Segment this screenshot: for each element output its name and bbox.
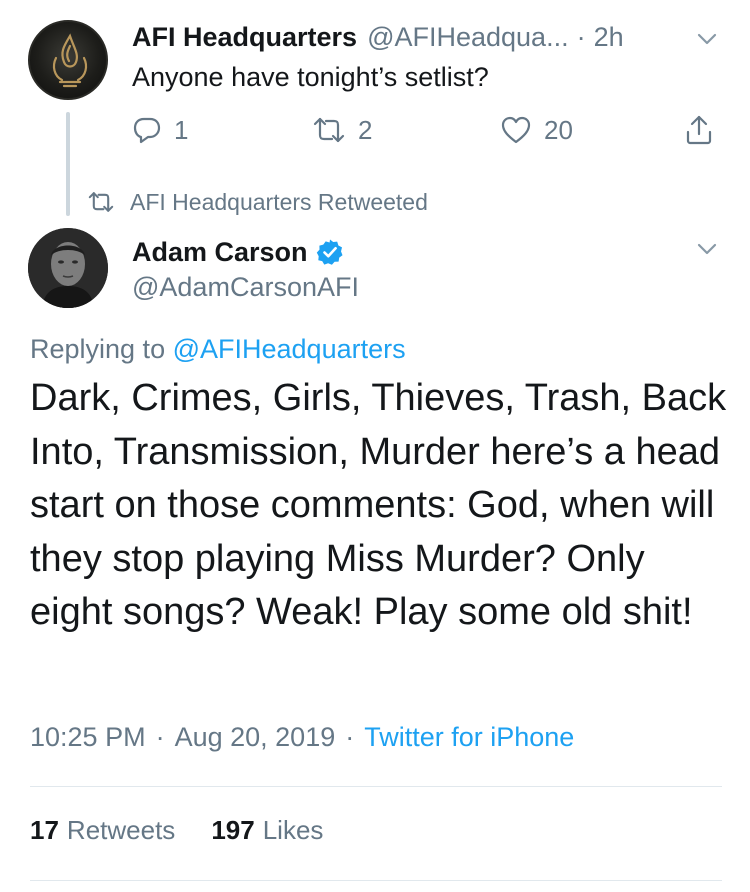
like-button[interactable]: 20 <box>500 112 573 148</box>
tweet-time[interactable]: 2h <box>594 22 624 53</box>
retweet-icon <box>88 192 114 212</box>
tweet-timestamp[interactable]: 10:25 PM <box>30 722 146 753</box>
likes-count: 197 <box>211 815 255 845</box>
verified-badge-icon <box>316 239 343 265</box>
thread-connector-line <box>66 112 70 216</box>
main-tweet-header: Adam Carson <box>132 232 344 272</box>
first-tweet-header: AFI Headquarters @AFIHeadqua... · 2h <box>132 18 732 56</box>
replying-to-prefix: Replying to <box>30 334 173 364</box>
retweet-icon <box>313 117 345 143</box>
afi-logo-icon <box>52 33 88 88</box>
replying-to-line: Replying to @AFIHeadquarters <box>30 334 406 365</box>
retweets-stat[interactable]: 17 Retweets <box>30 815 175 846</box>
tweet-metadata: 10:25 PM · Aug 20, 2019 · Twitter for iP… <box>30 722 574 753</box>
main-tweet-text: Dark, Crimes, Girls, Thieves, Trash, Bac… <box>30 377 727 633</box>
retweet-button[interactable]: 2 <box>312 112 372 148</box>
adam-carson-avatar[interactable] <box>28 228 108 308</box>
tweet-date[interactable]: Aug 20, 2019 <box>175 722 336 753</box>
separator-dot: · <box>576 21 586 52</box>
chevron-down-icon[interactable] <box>694 236 720 262</box>
like-count: 20 <box>544 114 573 145</box>
likes-label: Likes <box>262 815 324 845</box>
retweet-count: 2 <box>358 114 373 145</box>
retweets-count: 17 <box>30 815 59 845</box>
separator-dot: · <box>155 722 165 752</box>
divider <box>30 786 722 787</box>
likes-stat[interactable]: 197 Likes <box>211 815 323 846</box>
first-tweet-text: Anyone have tonight’s setlist? <box>132 62 489 92</box>
reply-count: 1 <box>174 114 189 145</box>
author-handle[interactable]: @AdamCarsonAFI <box>132 272 359 303</box>
chevron-down-icon[interactable] <box>694 26 720 52</box>
separator-dot: · <box>345 722 355 752</box>
afi-headquarters-avatar[interactable] <box>28 20 108 100</box>
share-icon <box>686 115 712 145</box>
heart-icon <box>501 116 531 144</box>
tweet-source-link[interactable]: Twitter for iPhone <box>364 722 574 753</box>
profile-photo <box>28 228 108 308</box>
share-button[interactable] <box>684 112 714 148</box>
engagement-stats: 17 Retweets 197 Likes <box>30 815 359 846</box>
author-handle[interactable]: @AFIHeadqua... <box>367 22 569 53</box>
retweets-label: Retweets <box>66 815 176 845</box>
author-name[interactable]: Adam Carson <box>132 237 308 268</box>
reply-icon <box>133 117 161 144</box>
retweeted-by-label[interactable]: AFI Headquarters Retweeted <box>130 189 428 216</box>
reply-button[interactable]: 1 <box>132 112 188 148</box>
retweet-context: AFI Headquarters Retweeted <box>86 186 428 218</box>
author-name[interactable]: AFI Headquarters <box>132 22 357 53</box>
replying-to-link[interactable]: @AFIHeadquarters <box>173 334 406 364</box>
divider <box>30 880 722 881</box>
